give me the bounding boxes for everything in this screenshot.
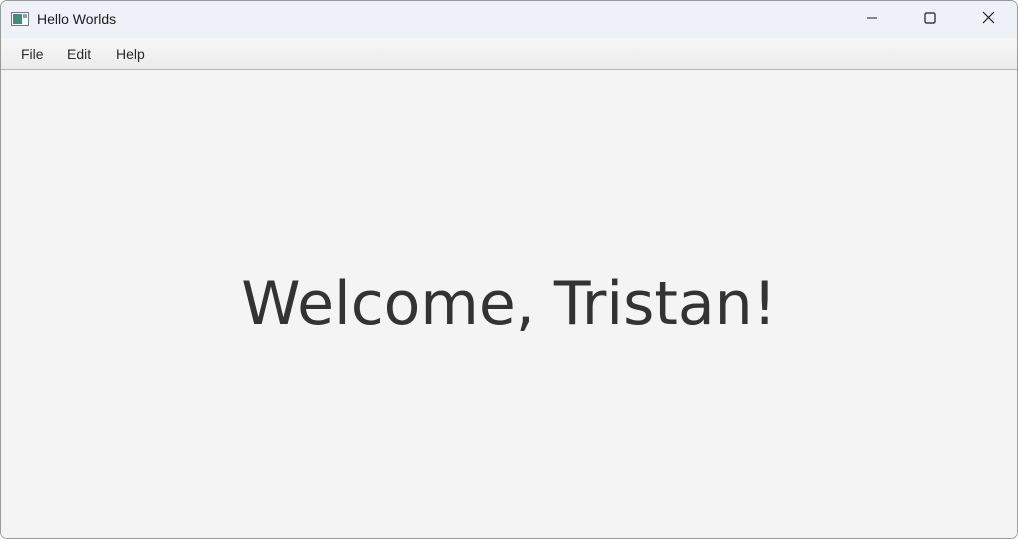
title-bar[interactable]: Hello Worlds <box>1 1 1017 38</box>
welcome-message: Welcome, Tristan! <box>241 269 777 339</box>
app-window-icon <box>11 12 29 26</box>
close-button[interactable] <box>959 1 1017 38</box>
menu-help[interactable]: Help <box>116 46 145 62</box>
minimize-icon <box>866 11 878 29</box>
maximize-button[interactable] <box>901 1 959 38</box>
main-content: Welcome, Tristan! <box>1 70 1017 538</box>
window-title: Hello Worlds <box>37 11 117 27</box>
app-window: Hello Worlds File Edit Help Welcome, Tri… <box>0 0 1018 539</box>
menu-edit[interactable]: Edit <box>67 46 91 62</box>
maximize-icon <box>924 11 936 29</box>
minimize-button[interactable] <box>843 1 901 38</box>
close-icon <box>982 11 995 29</box>
menu-file[interactable]: File <box>21 46 44 62</box>
menu-bar: File Edit Help <box>1 38 1017 70</box>
